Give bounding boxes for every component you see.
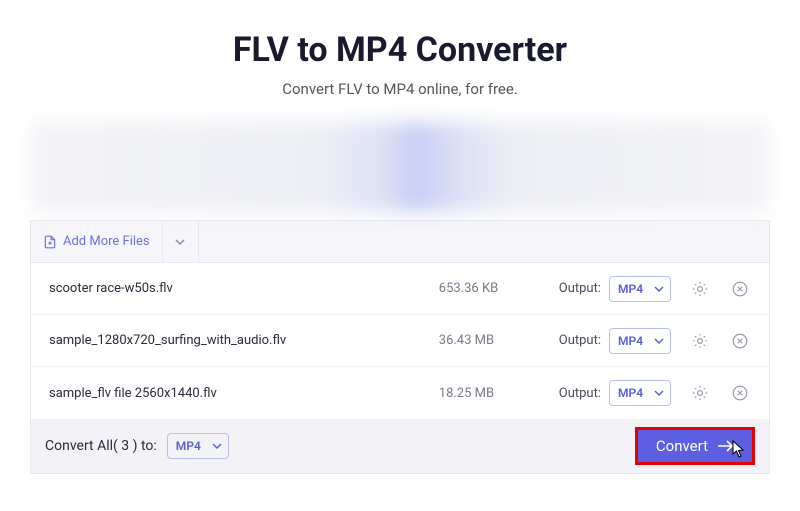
- file-add-icon: [43, 234, 57, 250]
- file-size: 18.25 MB: [439, 386, 539, 401]
- chevron-down-icon: [654, 284, 664, 294]
- close-icon: [731, 384, 749, 402]
- page-subtitle: Convert FLV to MP4 online, for free.: [30, 80, 770, 98]
- remove-button[interactable]: [729, 330, 751, 352]
- output-format-select[interactable]: MP4: [609, 328, 671, 354]
- file-row: sample_flv file 2560x1440.flv 18.25 MB O…: [31, 367, 769, 419]
- output-format-value: MP4: [618, 386, 643, 400]
- toolbar: Add More Files: [31, 221, 769, 263]
- gear-icon: [691, 332, 709, 350]
- add-more-files-button[interactable]: Add More Files: [31, 221, 163, 262]
- footer-bar: Convert All( 3 ) to: MP4 Convert: [31, 419, 769, 473]
- remove-button[interactable]: [729, 278, 751, 300]
- gear-icon: [691, 384, 709, 402]
- file-row: sample_1280x720_surfing_with_audio.flv 3…: [31, 315, 769, 367]
- convert-button[interactable]: Convert: [635, 427, 755, 465]
- file-name: sample_1280x720_surfing_with_audio.flv: [49, 333, 439, 348]
- convert-button-label: Convert: [656, 437, 708, 455]
- file-row: scooter race-w50s.flv 653.36 KB Output: …: [31, 263, 769, 315]
- arrow-right-icon: [718, 440, 734, 452]
- settings-button[interactable]: [689, 330, 711, 352]
- file-size: 653.36 KB: [439, 281, 539, 296]
- output-format-select[interactable]: MP4: [609, 380, 671, 406]
- remove-button[interactable]: [729, 382, 751, 404]
- gear-icon: [691, 280, 709, 298]
- chevron-down-icon: [212, 441, 222, 451]
- cursor-icon: [732, 440, 746, 458]
- add-more-files-label: Add More Files: [63, 234, 150, 249]
- convert-all-label: Convert All( 3 ) to:: [45, 438, 157, 454]
- file-size: 36.43 MB: [439, 333, 539, 348]
- file-name: sample_flv file 2560x1440.flv: [49, 386, 439, 401]
- output-label: Output:: [559, 333, 601, 348]
- dropzone-blur[interactable]: [30, 122, 770, 212]
- output-label: Output:: [559, 281, 601, 296]
- file-name: scooter race-w50s.flv: [49, 281, 439, 296]
- settings-button[interactable]: [689, 382, 711, 404]
- page-title: FLV to MP4 Converter: [30, 30, 770, 70]
- file-panel: Add More Files scooter race-w50s.flv 653…: [30, 220, 770, 474]
- settings-button[interactable]: [689, 278, 711, 300]
- add-dropdown-button[interactable]: [163, 221, 199, 262]
- close-icon: [731, 332, 749, 350]
- output-format-value: MP4: [618, 334, 643, 348]
- close-icon: [731, 280, 749, 298]
- chevron-down-icon: [654, 336, 664, 346]
- output-label: Output:: [559, 386, 601, 401]
- convert-all-format-value: MP4: [176, 439, 201, 453]
- convert-all-format-select[interactable]: MP4: [167, 433, 229, 459]
- output-format-select[interactable]: MP4: [609, 276, 671, 302]
- chevron-down-icon: [654, 388, 664, 398]
- chevron-down-icon: [175, 237, 185, 247]
- output-format-value: MP4: [618, 282, 643, 296]
